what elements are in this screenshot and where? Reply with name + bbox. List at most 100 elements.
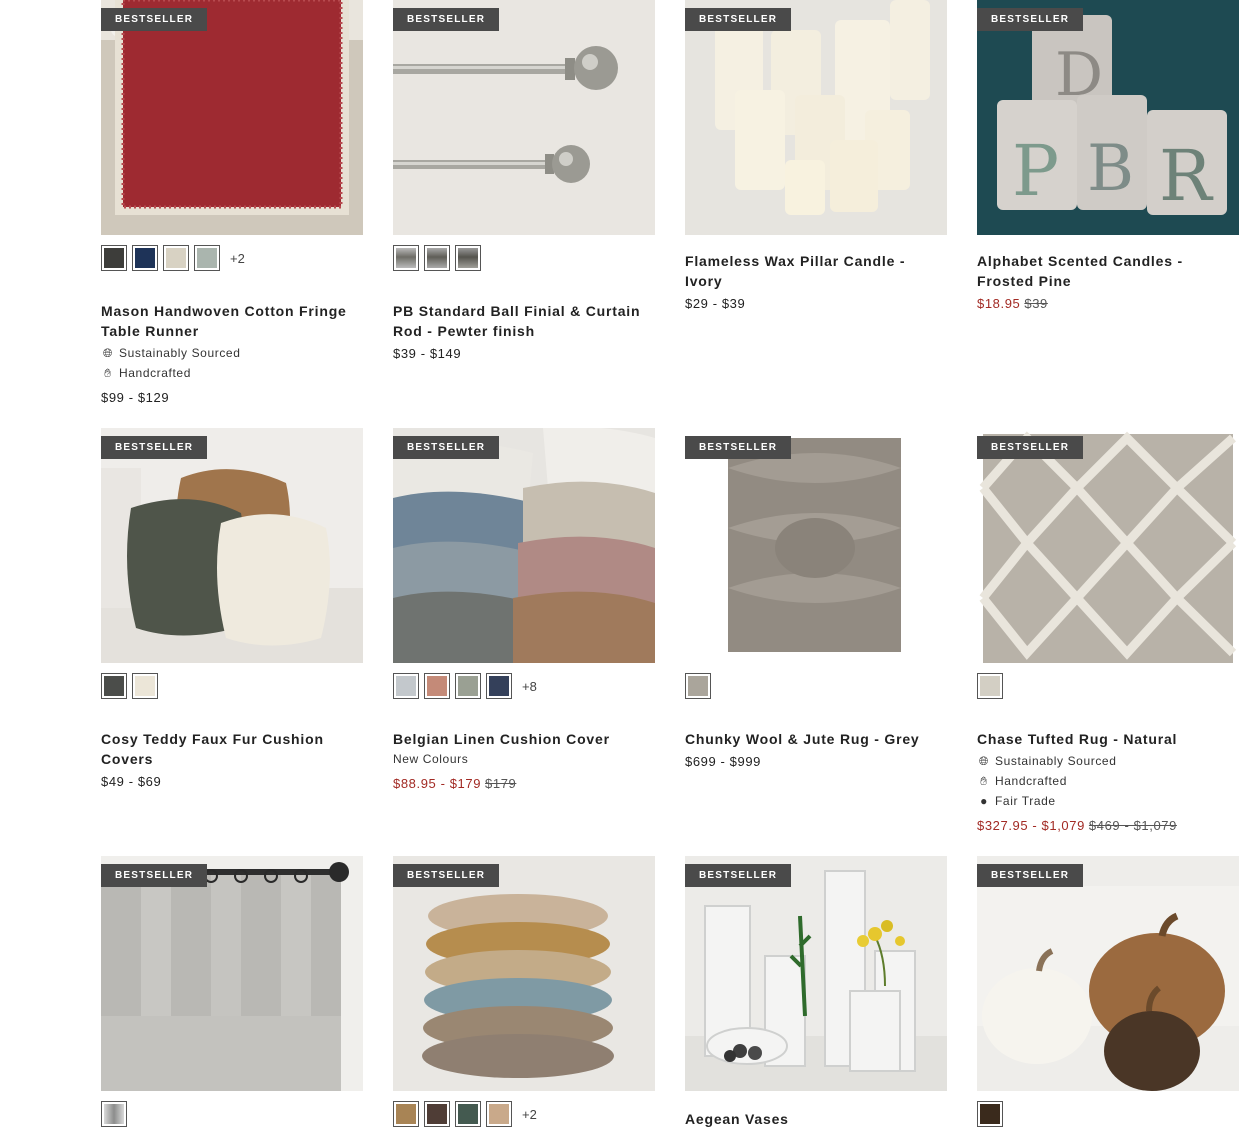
swatch-fill bbox=[104, 248, 124, 268]
more-colors-link[interactable]: +2 bbox=[230, 251, 245, 266]
color-swatch[interactable] bbox=[393, 1101, 419, 1127]
color-swatch[interactable] bbox=[977, 673, 1003, 699]
swatch-fill bbox=[104, 1104, 124, 1124]
product-name[interactable]: Chase Tufted Rug - Natural bbox=[977, 729, 1239, 749]
product-image[interactable]: BESTSELLER bbox=[977, 856, 1239, 1091]
color-swatch[interactable] bbox=[455, 245, 481, 271]
original-price: $179 bbox=[485, 776, 517, 791]
product-name[interactable]: Cosy Teddy Faux Fur Cushion Covers bbox=[101, 729, 363, 769]
product-image[interactable]: BESTSELLER bbox=[685, 856, 947, 1091]
sale-price: $88.95 - $179 bbox=[393, 776, 482, 791]
product-card[interactable]: BESTSELLER Chase Tufted Rug - Natural 🌐︎… bbox=[977, 428, 1239, 835]
color-swatches: +2 bbox=[393, 1101, 655, 1127]
faux-fur-pumpkins-image bbox=[977, 856, 1239, 1091]
color-swatch[interactable] bbox=[163, 245, 189, 271]
curtain-rod-image bbox=[393, 0, 655, 235]
color-swatch[interactable] bbox=[685, 673, 711, 699]
swatch-fill bbox=[688, 676, 708, 696]
product-image[interactable]: BESTSELLER bbox=[685, 0, 947, 235]
product-card[interactable]: BESTSELLER Cosy Teddy Faux Fur Cushion C… bbox=[101, 428, 363, 791]
tag-label: Sustainably Sourced bbox=[995, 754, 1117, 768]
bestseller-badge: BESTSELLER bbox=[101, 864, 208, 887]
product-image[interactable]: BESTSELLER bbox=[101, 428, 363, 663]
product-card[interactable]: BESTSELLER bbox=[101, 856, 363, 1127]
product-name[interactable]: Aegean Vases bbox=[685, 1109, 947, 1127]
color-swatch[interactable] bbox=[101, 1101, 127, 1127]
swatch-fill bbox=[980, 1104, 1000, 1124]
sustainably-sourced-tag: 🌐︎ Sustainably Sourced bbox=[101, 345, 363, 361]
product-card[interactable]: BESTSELLER +2 bbox=[393, 856, 655, 1127]
product-image[interactable]: D P B R BESTSELLER bbox=[977, 0, 1239, 235]
product-price: $327.95 - $1,079 $469 - $1,079 bbox=[977, 817, 1239, 835]
swatch-fill bbox=[427, 1104, 447, 1124]
color-swatch[interactable] bbox=[424, 673, 450, 699]
color-swatch[interactable] bbox=[455, 673, 481, 699]
product-price: $18.95 $39 bbox=[977, 295, 1239, 313]
product-name[interactable]: PB Standard Ball Finial & Curtain Rod - … bbox=[393, 301, 655, 341]
product-image[interactable]: BESTSELLER bbox=[393, 856, 655, 1091]
color-swatch[interactable] bbox=[424, 245, 450, 271]
tufted-rug-image bbox=[977, 428, 1239, 663]
swatch-fill bbox=[396, 1104, 416, 1124]
product-card[interactable]: BESTSELLER Aegean Vases bbox=[685, 856, 947, 1127]
product-card[interactable]: D P B R BESTSELLER Alphabet Scented Cand… bbox=[977, 0, 1239, 313]
color-swatch[interactable] bbox=[132, 245, 158, 271]
hand-icon: ✋︎ bbox=[104, 366, 112, 380]
product-card[interactable]: BESTSELLER PB Standard Ball Finial & Cur… bbox=[393, 0, 655, 363]
color-swatch[interactable] bbox=[977, 1101, 1003, 1127]
product-price: $39 - $149 bbox=[393, 346, 462, 361]
sale-price: $327.95 - $1,079 bbox=[977, 818, 1085, 833]
globe-icon: 🌐︎ bbox=[978, 754, 990, 768]
product-card[interactable]: BESTSELLER +2 Mason Handwoven Cotton Fri… bbox=[101, 0, 363, 407]
linen-curtain-image bbox=[101, 856, 363, 1091]
product-image[interactable]: BESTSELLER bbox=[393, 428, 655, 663]
sustainably-sourced-tag: 🌐︎ Sustainably Sourced bbox=[977, 753, 1239, 769]
more-colors-link[interactable]: +2 bbox=[522, 1107, 537, 1122]
color-swatch[interactable] bbox=[455, 1101, 481, 1127]
product-image[interactable]: BESTSELLER bbox=[685, 428, 947, 663]
bestseller-badge: BESTSELLER bbox=[101, 8, 208, 31]
more-colors-link[interactable]: +8 bbox=[522, 679, 537, 694]
bestseller-badge: BESTSELLER bbox=[977, 8, 1084, 31]
color-swatch[interactable] bbox=[393, 245, 419, 271]
product-card[interactable]: BESTSELLER Flameless Wax Pillar Candle -… bbox=[685, 0, 947, 313]
color-swatch[interactable] bbox=[486, 1101, 512, 1127]
velvet-cushions-image bbox=[393, 856, 655, 1091]
color-swatch[interactable] bbox=[393, 673, 419, 699]
teddy-cushions-image bbox=[101, 428, 363, 663]
swatch-fill bbox=[135, 676, 155, 696]
color-swatch[interactable] bbox=[101, 245, 127, 271]
product-card[interactable]: BESTSELLER Chunky Wool & Jute Rug - Grey… bbox=[685, 428, 947, 771]
globe-icon: 🌐︎ bbox=[102, 346, 114, 360]
product-image[interactable]: BESTSELLER bbox=[977, 428, 1239, 663]
letter-p: P bbox=[1012, 130, 1059, 212]
bestseller-badge: BESTSELLER bbox=[977, 436, 1084, 459]
product-name[interactable]: Chunky Wool & Jute Rug - Grey bbox=[685, 729, 947, 749]
color-swatch[interactable] bbox=[194, 245, 220, 271]
swatch-fill bbox=[197, 248, 217, 268]
bestseller-badge: BESTSELLER bbox=[685, 436, 792, 459]
color-swatch[interactable] bbox=[486, 673, 512, 699]
product-image[interactable]: BESTSELLER bbox=[101, 0, 363, 235]
hand-icon: ✋︎ bbox=[980, 774, 988, 788]
product-name[interactable]: Mason Handwoven Cotton Fringe Table Runn… bbox=[101, 301, 363, 341]
original-price: $39 bbox=[1024, 296, 1048, 311]
swatch-fill bbox=[427, 676, 447, 696]
candles-image bbox=[685, 0, 947, 235]
product-image[interactable]: BESTSELLER bbox=[393, 0, 655, 235]
color-swatch[interactable] bbox=[424, 1101, 450, 1127]
product-image[interactable]: BESTSELLER bbox=[101, 856, 363, 1091]
product-name[interactable]: Belgian Linen Cushion Cover bbox=[393, 729, 655, 749]
tag-label: Handcrafted bbox=[119, 366, 191, 380]
product-name[interactable]: Alphabet Scented Candles - Frosted Pine bbox=[977, 251, 1239, 291]
swatch-fill bbox=[396, 676, 416, 696]
product-card[interactable]: BESTSELLER bbox=[977, 856, 1239, 1127]
color-swatch[interactable] bbox=[101, 673, 127, 699]
tag-label: Handcrafted bbox=[995, 774, 1067, 788]
fair-trade-tag: ● Fair Trade bbox=[977, 793, 1239, 809]
product-price: $29 - $39 bbox=[685, 296, 746, 311]
product-card[interactable]: BESTSELLER +8 Belgian Linen Cushion Cove… bbox=[393, 428, 655, 793]
glass-vases-image bbox=[685, 856, 947, 1091]
product-name[interactable]: Flameless Wax Pillar Candle - Ivory bbox=[685, 251, 947, 291]
color-swatch[interactable] bbox=[132, 673, 158, 699]
